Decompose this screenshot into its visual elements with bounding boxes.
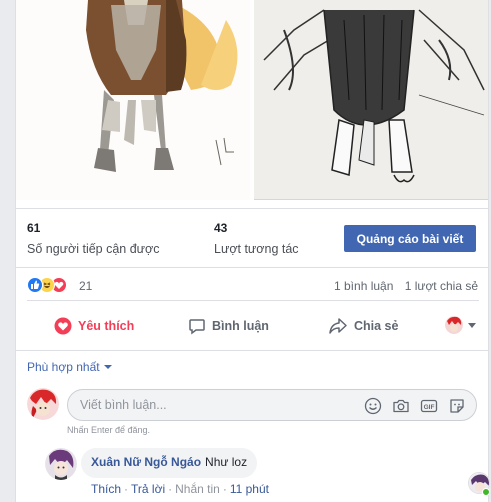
share-count-link[interactable]: 1 lượt chia sẻ xyxy=(405,279,478,293)
reactions-summary: 21 1 bình luận 1 lượt chia sẻ xyxy=(16,272,488,298)
current-user-avatar[interactable] xyxy=(27,388,59,420)
comment-author[interactable]: Xuân Nữ Ngỗ Ngáo xyxy=(91,455,201,469)
reach-metric[interactable]: 61 Số người tiếp cận được xyxy=(27,220,160,258)
engagement-metric[interactable]: 43 Lượt tương tác xyxy=(214,220,299,258)
divider xyxy=(16,350,488,351)
comment-text: Như loz xyxy=(205,455,248,469)
emoji-icon[interactable] xyxy=(364,397,382,415)
boost-post-button[interactable]: Quảng cáo bài viết xyxy=(344,225,476,252)
commenter-avatar[interactable] xyxy=(45,448,77,480)
comment-input-tools: GIF xyxy=(354,397,466,415)
separator-dot: · xyxy=(168,482,173,496)
online-status-icon xyxy=(482,488,490,496)
comment-composer: GIF xyxy=(27,388,479,422)
comment-like-link[interactable]: Thích xyxy=(91,482,121,496)
comment-input[interactable] xyxy=(80,398,350,412)
comment-timestamp[interactable]: 11 phút xyxy=(230,482,269,496)
sticker-icon[interactable] xyxy=(448,397,466,415)
gif-icon[interactable]: GIF xyxy=(420,397,438,415)
comment-sort-label: Phù hợp nhất xyxy=(27,360,100,374)
separator-dot: · xyxy=(124,482,129,496)
photo-artwork-sketch[interactable] xyxy=(254,0,488,200)
post-as-selector[interactable] xyxy=(445,316,476,334)
comment-reply-link[interactable]: Trả lời xyxy=(131,482,165,496)
post-photos xyxy=(16,0,488,200)
camera-icon[interactable] xyxy=(392,397,410,415)
post-insights: 61 Số người tiếp cận được 43 Lượt tương … xyxy=(16,210,488,265)
engagement-links: 1 bình luận 1 lượt chia sẻ xyxy=(326,279,478,293)
comment-button[interactable]: Bình luận xyxy=(188,315,269,337)
comment-sort-dropdown[interactable]: Phù hợp nhất xyxy=(27,360,112,374)
like-reaction-icon xyxy=(27,277,43,293)
reach-label: Số người tiếp cận được xyxy=(27,242,160,256)
chevron-down-icon xyxy=(468,322,476,328)
comment-label: Bình luận xyxy=(212,319,269,333)
reach-count: 61 xyxy=(27,221,41,235)
love-icon xyxy=(54,317,72,335)
photo-artwork-color[interactable] xyxy=(16,0,252,200)
enter-to-post-hint: Nhấn Enter để đăng. xyxy=(67,425,151,435)
page-avatar xyxy=(445,316,463,334)
comment-count-link[interactable]: 1 bình luận xyxy=(334,279,393,293)
caret-down-icon xyxy=(103,365,112,369)
reaction-count[interactable]: 21 xyxy=(79,279,92,293)
comment-bubble: Xuân Nữ Ngỗ Ngáo Như loz xyxy=(81,448,258,478)
svg-text:GIF: GIF xyxy=(424,404,435,411)
divider xyxy=(16,208,488,209)
share-button[interactable]: Chia sẻ xyxy=(328,315,398,337)
post-action-bar: Yêu thích Bình luận Chia sẻ xyxy=(16,305,488,345)
engagement-label: Lượt tương tác xyxy=(214,242,299,256)
share-icon xyxy=(329,318,347,334)
like-button[interactable]: Yêu thích xyxy=(54,315,134,337)
divider xyxy=(27,300,479,301)
comment-icon xyxy=(189,319,205,335)
share-label: Chia sẻ xyxy=(354,319,399,333)
engagement-count: 43 xyxy=(214,221,228,235)
comment-actions: Thích · Trả lời · Nhắn tin · 11 phút xyxy=(91,482,269,496)
like-label: Yêu thích xyxy=(78,319,135,333)
divider xyxy=(16,267,488,268)
separator-dot: · xyxy=(222,482,227,496)
post-card: 61 Số người tiếp cận được 43 Lượt tương … xyxy=(15,0,489,502)
comment-message-link[interactable]: Nhắn tin xyxy=(175,482,220,496)
comments-section: Phù hợp nhất GIF xyxy=(16,350,488,502)
comment-input-box[interactable]: GIF xyxy=(67,389,477,421)
